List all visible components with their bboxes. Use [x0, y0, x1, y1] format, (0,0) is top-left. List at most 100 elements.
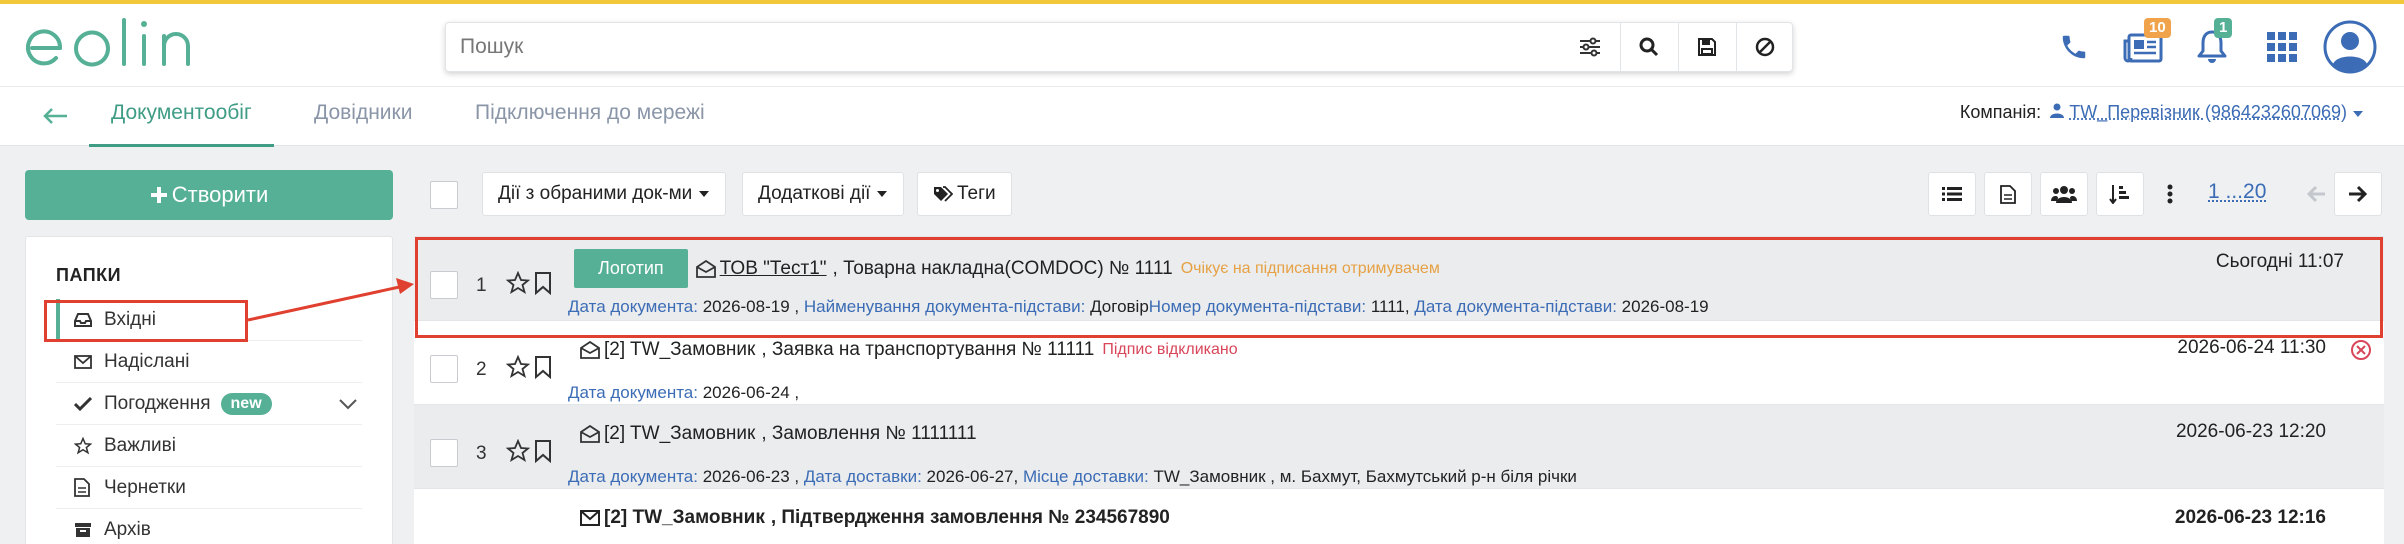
document-view-button[interactable] — [1984, 172, 2032, 216]
user-profile-button[interactable] — [2322, 20, 2378, 74]
counterparty-name[interactable]: ТОВ "Тест1" — [720, 258, 827, 280]
list-icon — [1942, 186, 1962, 202]
document-row[interactable]: 1 Логотип ТОВ "Тест1" , Товарна накладна… — [414, 237, 2384, 321]
additional-actions-dropdown[interactable]: Додаткові дії — [742, 172, 904, 216]
star-icon[interactable] — [506, 439, 530, 463]
previous-page-button[interactable] — [2292, 172, 2340, 216]
envelope-open-icon — [580, 341, 600, 359]
edin-logo[interactable]: edin — [26, 18, 206, 74]
plus-icon — [150, 186, 168, 204]
company-selector: Компанія: TW_Перевізник (9864232607069) — [1960, 102, 2364, 123]
search-input[interactable] — [460, 23, 1580, 71]
filter-button[interactable] — [1562, 23, 1618, 71]
notifications-count-badge: 1 — [2214, 18, 2232, 38]
news-button[interactable]: 10 — [2118, 20, 2168, 74]
document-row[interactable]: 2 [2] TW_Замовник , Заявка на транспорту… — [414, 321, 2384, 405]
document-title: , Товарна накладна(COMDOC) № 1111 — [833, 258, 1173, 280]
users-icon — [2051, 185, 2077, 203]
logo-placeholder: Логотип — [574, 249, 688, 288]
tab-network-connection[interactable]: Підключення до мережі — [475, 101, 705, 147]
inbox-icon — [74, 312, 100, 328]
file-icon — [2000, 185, 2016, 204]
document-title-line: [2] TW_Замовник , Замовлення № 1111111 — [580, 423, 977, 445]
tab-document-flow[interactable]: Документообіг — [89, 101, 274, 147]
envelope-icon — [580, 510, 600, 526]
create-button[interactable]: Створити — [25, 170, 393, 220]
sort-button[interactable] — [2096, 172, 2144, 216]
document-row[interactable]: [2] TW_Замовник , Підтвердження замовлен… — [414, 489, 2384, 544]
revoked-circle-x-icon — [2350, 339, 2372, 361]
document-title-line: Логотип ТОВ "Тест1" , Товарна накладна(C… — [574, 249, 1440, 288]
news-count-badge: 10 — [2144, 18, 2171, 38]
counterparty-name[interactable]: [2] TW_Замовник — [604, 423, 755, 445]
row-checkbox[interactable] — [430, 355, 458, 383]
back-button[interactable] — [38, 99, 72, 133]
counterparty-name[interactable]: [2] TW_Замовник — [604, 339, 755, 361]
row-number: 2 — [476, 359, 487, 381]
search-bar — [445, 22, 1793, 72]
next-page-button[interactable] — [2334, 172, 2382, 216]
star-icon — [74, 437, 100, 455]
folder-drafts[interactable]: Чернетки — [56, 467, 362, 509]
sliders-icon — [1579, 37, 1601, 57]
envelope-open-icon — [696, 260, 716, 278]
bookmark-icon[interactable] — [534, 271, 552, 295]
phone-button[interactable] — [2054, 20, 2094, 74]
row-number: 3 — [476, 443, 487, 465]
bookmark-icon[interactable] — [534, 439, 552, 463]
company-label: Компанія: — [1960, 102, 2041, 122]
folder-sent[interactable]: Надіслані — [56, 341, 362, 383]
tab-directories[interactable]: Довідники — [314, 101, 412, 147]
arrow-right-icon — [2348, 185, 2368, 203]
caret-down-icon — [876, 190, 888, 198]
tags-icon — [933, 186, 953, 202]
select-all-checkbox[interactable] — [430, 181, 458, 209]
new-badge: new — [221, 393, 272, 415]
folder-archive[interactable]: Архів — [56, 509, 362, 544]
row-checkbox[interactable] — [430, 271, 458, 299]
more-options-button[interactable] — [2152, 172, 2188, 216]
chevron-down-icon[interactable] — [338, 398, 358, 410]
bookmark-icon[interactable] — [534, 355, 552, 379]
archive-icon — [74, 522, 100, 538]
phone-icon — [2059, 32, 2089, 62]
floppy-disk-icon — [1697, 37, 1717, 57]
arrow-left-icon — [42, 107, 68, 125]
document-title-line: [2] TW_Замовник , Заявка на транспортува… — [580, 339, 1238, 361]
company-link[interactable]: TW_Перевізник (9864232607069) — [2069, 102, 2347, 122]
document-title: , Замовлення № 1111111 — [761, 423, 976, 445]
page-range-selector[interactable]: 1 ...20 — [2208, 180, 2266, 204]
star-icon[interactable] — [506, 355, 530, 379]
caret-down-icon — [698, 190, 710, 198]
list-view-button[interactable] — [1928, 172, 1976, 216]
document-date: Сьогодні 11:07 — [2216, 251, 2344, 273]
envelope-open-icon — [580, 425, 600, 443]
clear-search-button[interactable] — [1736, 23, 1792, 71]
save-search-button[interactable] — [1678, 23, 1734, 71]
folder-important[interactable]: Важливі — [56, 425, 362, 467]
document-title: , Підтвердження замовлення № 234567890 — [771, 507, 1170, 529]
row-checkbox[interactable] — [430, 439, 458, 467]
check-icon — [74, 397, 100, 411]
annotation-arrow — [244, 270, 424, 330]
apps-button[interactable] — [2262, 20, 2302, 74]
user-avatar-icon — [2323, 20, 2377, 74]
document-row[interactable]: 3 [2] TW_Замовник , Замовлення № 1111111… — [414, 405, 2384, 489]
search-button[interactable] — [1620, 23, 1676, 71]
document-details: Дата документа: 2026-06-23 , Дата достав… — [568, 467, 1577, 487]
group-by-counterparty-button[interactable] — [2040, 172, 2088, 216]
status-badge: Очікує на підписання отримувачем — [1181, 260, 1440, 278]
caret-down-icon[interactable] — [2352, 110, 2364, 118]
search-icon — [1639, 37, 1659, 57]
actions-selected-dropdown[interactable]: Дії з обраними док-ми — [482, 172, 726, 216]
folders-title: ПАПКИ — [56, 265, 121, 286]
notifications-button[interactable]: 1 — [2192, 20, 2232, 74]
counterparty-name[interactable]: [2] TW_Замовник — [604, 507, 765, 529]
tags-button[interactable]: Теги — [917, 172, 1012, 216]
main-navigation: Документообіг Довідники Підключення до м… — [0, 86, 2404, 146]
folder-approvals[interactable]: Погодження new — [56, 383, 362, 425]
ban-icon — [1755, 37, 1775, 57]
star-icon[interactable] — [506, 271, 530, 295]
document-details: Дата документа: 2026-08-19 , Найменуванн… — [568, 297, 1709, 317]
document-date: 2026-06-23 12:16 — [2175, 507, 2326, 529]
